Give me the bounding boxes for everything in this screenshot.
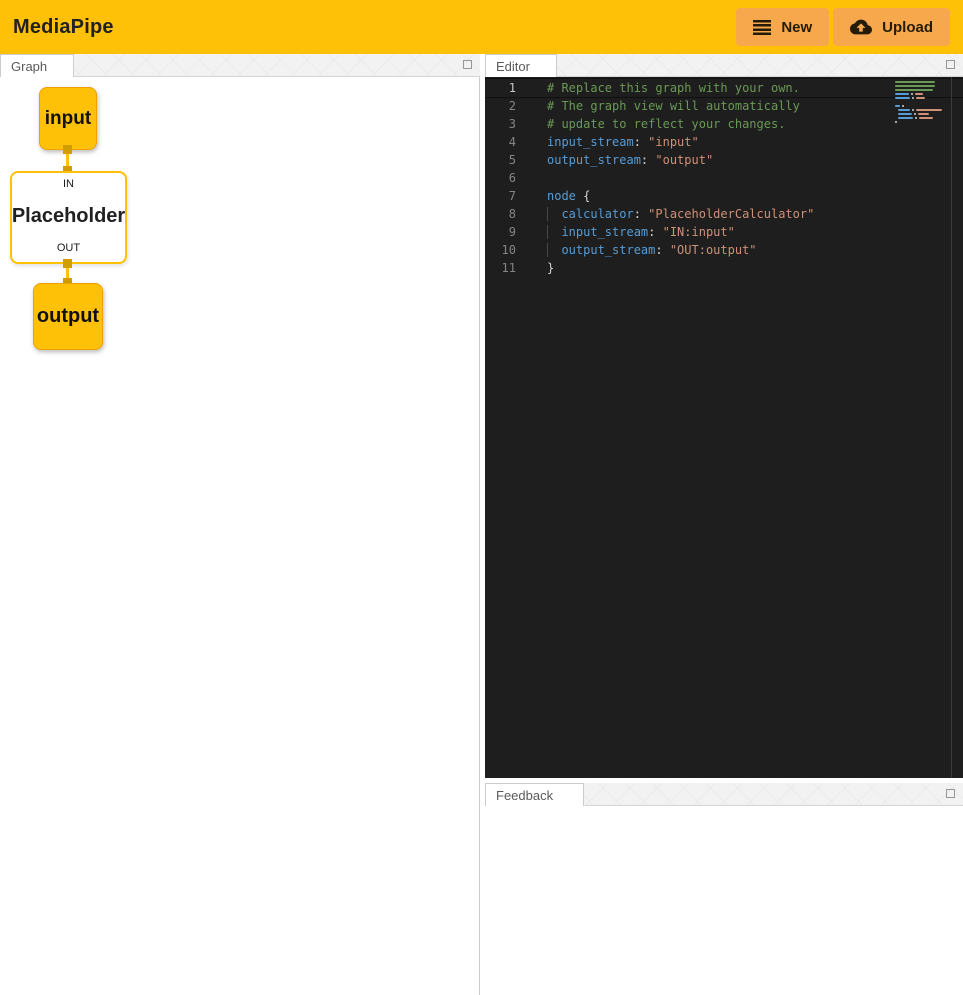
node-output-label: output [37,305,99,328]
line-number: 7 [485,187,516,205]
out-port-label: OUT [57,242,80,254]
upload-button-label: Upload [882,19,933,36]
editor-panel: Editor 1# Replace this graph with your o… [485,54,963,778]
tab-feedback-label: Feedback [496,788,553,803]
graph-node-input[interactable]: input [39,87,97,150]
code-line: 9 input_stream: "IN:input" [485,223,963,241]
placeholder-node-label: Placeholder [12,205,125,228]
code-line: 2# The graph view will automatically [485,97,963,115]
maximize-icon[interactable] [946,60,955,69]
code-line: 8 calculator: "PlaceholderCalculator" [485,205,963,223]
code-line: 6 [485,169,963,187]
menu-lines-icon [753,20,771,35]
line-number: 8 [485,205,516,223]
graph-panel: Graph input IN Placeholder OUT output [0,54,480,995]
app-header: MediaPipe New Upload [0,0,963,54]
header-buttons: New Upload [736,8,950,46]
graph-node-placeholder[interactable]: IN Placeholder OUT [10,171,127,264]
code-line: 1# Replace this graph with your own. [485,79,963,97]
feedback-content [485,806,963,995]
cloud-upload-icon [850,16,872,38]
code-line: 5output_stream: "output" [485,151,963,169]
graph-node-output[interactable]: output [33,283,103,350]
node-input-label: input [45,108,91,130]
tab-graph-label: Graph [11,59,47,74]
graph-canvas[interactable]: input IN Placeholder OUT output [0,77,480,995]
maximize-icon[interactable] [463,60,472,69]
tab-editor[interactable]: Editor [485,54,557,77]
code-editor[interactable]: 1# Replace this graph with your own.2# T… [485,77,963,778]
port-connector-square [63,259,72,268]
code-line: 4input_stream: "input" [485,133,963,151]
line-number: 2 [485,97,516,115]
code-area: 1# Replace this graph with your own.2# T… [485,79,963,277]
line-number: 6 [485,169,516,187]
app-title: MediaPipe [13,16,114,39]
tab-feedback[interactable]: Feedback [485,783,584,806]
code-line: 3# update to reflect your changes. [485,115,963,133]
line-number: 3 [485,115,516,133]
code-line: 10 output_stream: "OUT:output" [485,241,963,259]
feedback-panel: Feedback [485,783,963,995]
in-port-label: IN [63,178,74,190]
code-line: 7node { [485,187,963,205]
new-button[interactable]: New [736,8,829,46]
minimap[interactable] [893,80,951,124]
line-number: 10 [485,241,516,259]
feedback-tab-strip: Feedback [485,783,963,806]
code-line: 11} [485,259,963,277]
line-number: 11 [485,259,516,277]
tab-graph[interactable]: Graph [0,54,74,77]
line-number: 1 [485,79,516,97]
overview-ruler-divider [951,77,952,778]
editor-tab-strip: Editor [485,54,963,77]
line-number: 5 [485,151,516,169]
line-number: 4 [485,133,516,151]
maximize-icon[interactable] [946,789,955,798]
line-number: 9 [485,223,516,241]
new-button-label: New [781,19,812,36]
tab-editor-label: Editor [496,59,530,74]
upload-button[interactable]: Upload [833,8,950,46]
port-connector-square [63,145,72,154]
graph-tab-strip: Graph [0,54,480,77]
